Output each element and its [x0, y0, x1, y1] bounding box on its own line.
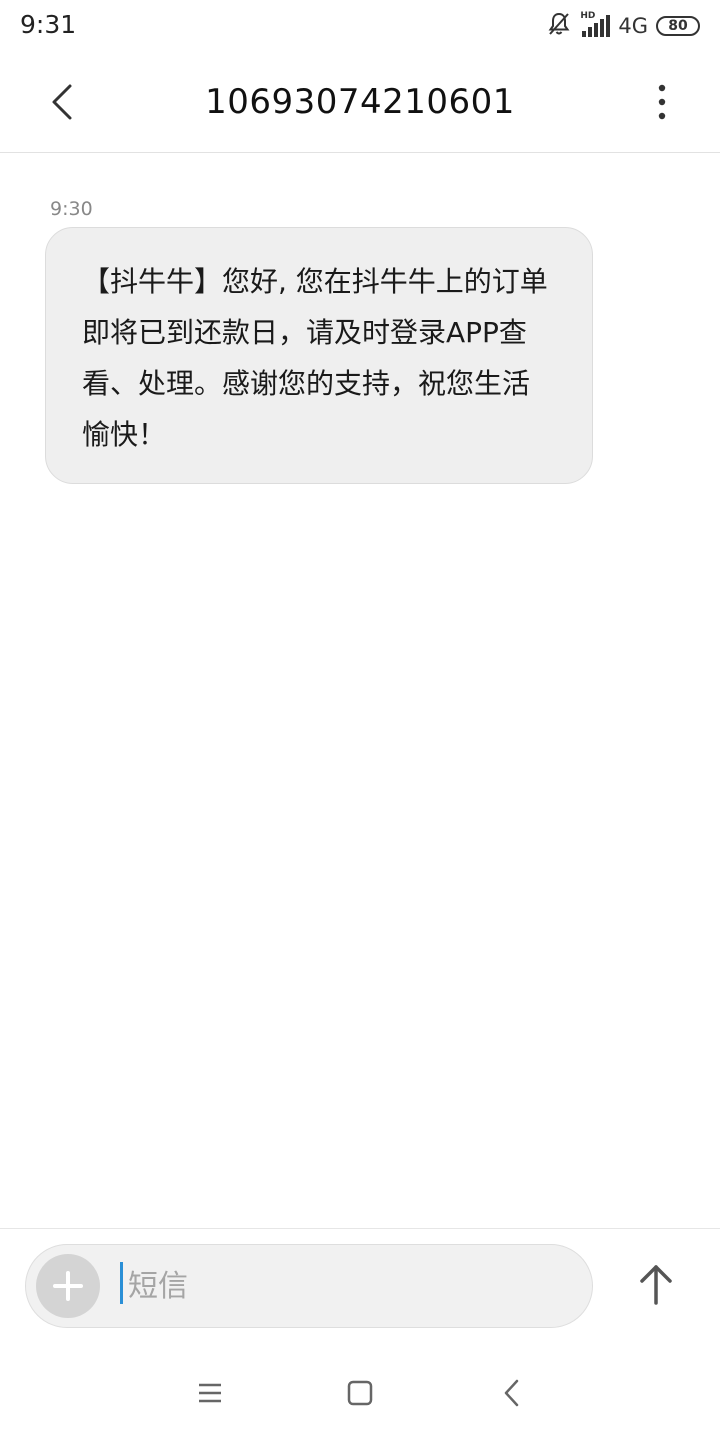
battery-icon: 80 [656, 16, 700, 36]
status-icons: HD 4G 80 [546, 11, 700, 41]
menu-icon [199, 1383, 221, 1403]
more-options-button[interactable] [644, 74, 680, 130]
arrow-up-icon [640, 1265, 672, 1305]
more-vertical-icon [658, 84, 666, 120]
nav-menu-button[interactable] [190, 1375, 230, 1411]
nav-back-button[interactable] [492, 1375, 532, 1411]
status-time: 9:31 [20, 10, 77, 39]
text-cursor [120, 1262, 123, 1304]
signal-icon: HD [580, 11, 611, 39]
message-timestamp: 9:30 [50, 198, 93, 220]
add-attachment-button[interactable] [36, 1254, 100, 1318]
home-square-icon [347, 1380, 373, 1406]
send-button[interactable] [630, 1259, 682, 1311]
composer-bar [0, 1228, 720, 1346]
conversation-header: 10693074210601 [0, 52, 720, 153]
plus-icon [53, 1271, 83, 1301]
message-bubble[interactable]: 【抖牛牛】您好, 您在抖牛牛上的订单即将已到还款日，请及时登录APP查看、处理。… [45, 227, 593, 484]
nav-home-button[interactable] [340, 1375, 380, 1411]
status-bar: 9:31 HD 4G 80 [0, 0, 720, 52]
composer-pill [25, 1244, 593, 1328]
back-icon [504, 1379, 519, 1407]
message-text: 【抖牛牛】您好, 您在抖牛牛上的订单即将已到还款日，请及时登录APP查看、处理。… [82, 265, 548, 451]
battery-level: 80 [668, 18, 688, 34]
message-input[interactable] [126, 1259, 560, 1313]
network-type: 4G [618, 14, 648, 38]
bell-muted-icon [546, 11, 572, 41]
system-nav-bar [0, 1345, 720, 1440]
contact-title: 10693074210601 [205, 82, 515, 122]
